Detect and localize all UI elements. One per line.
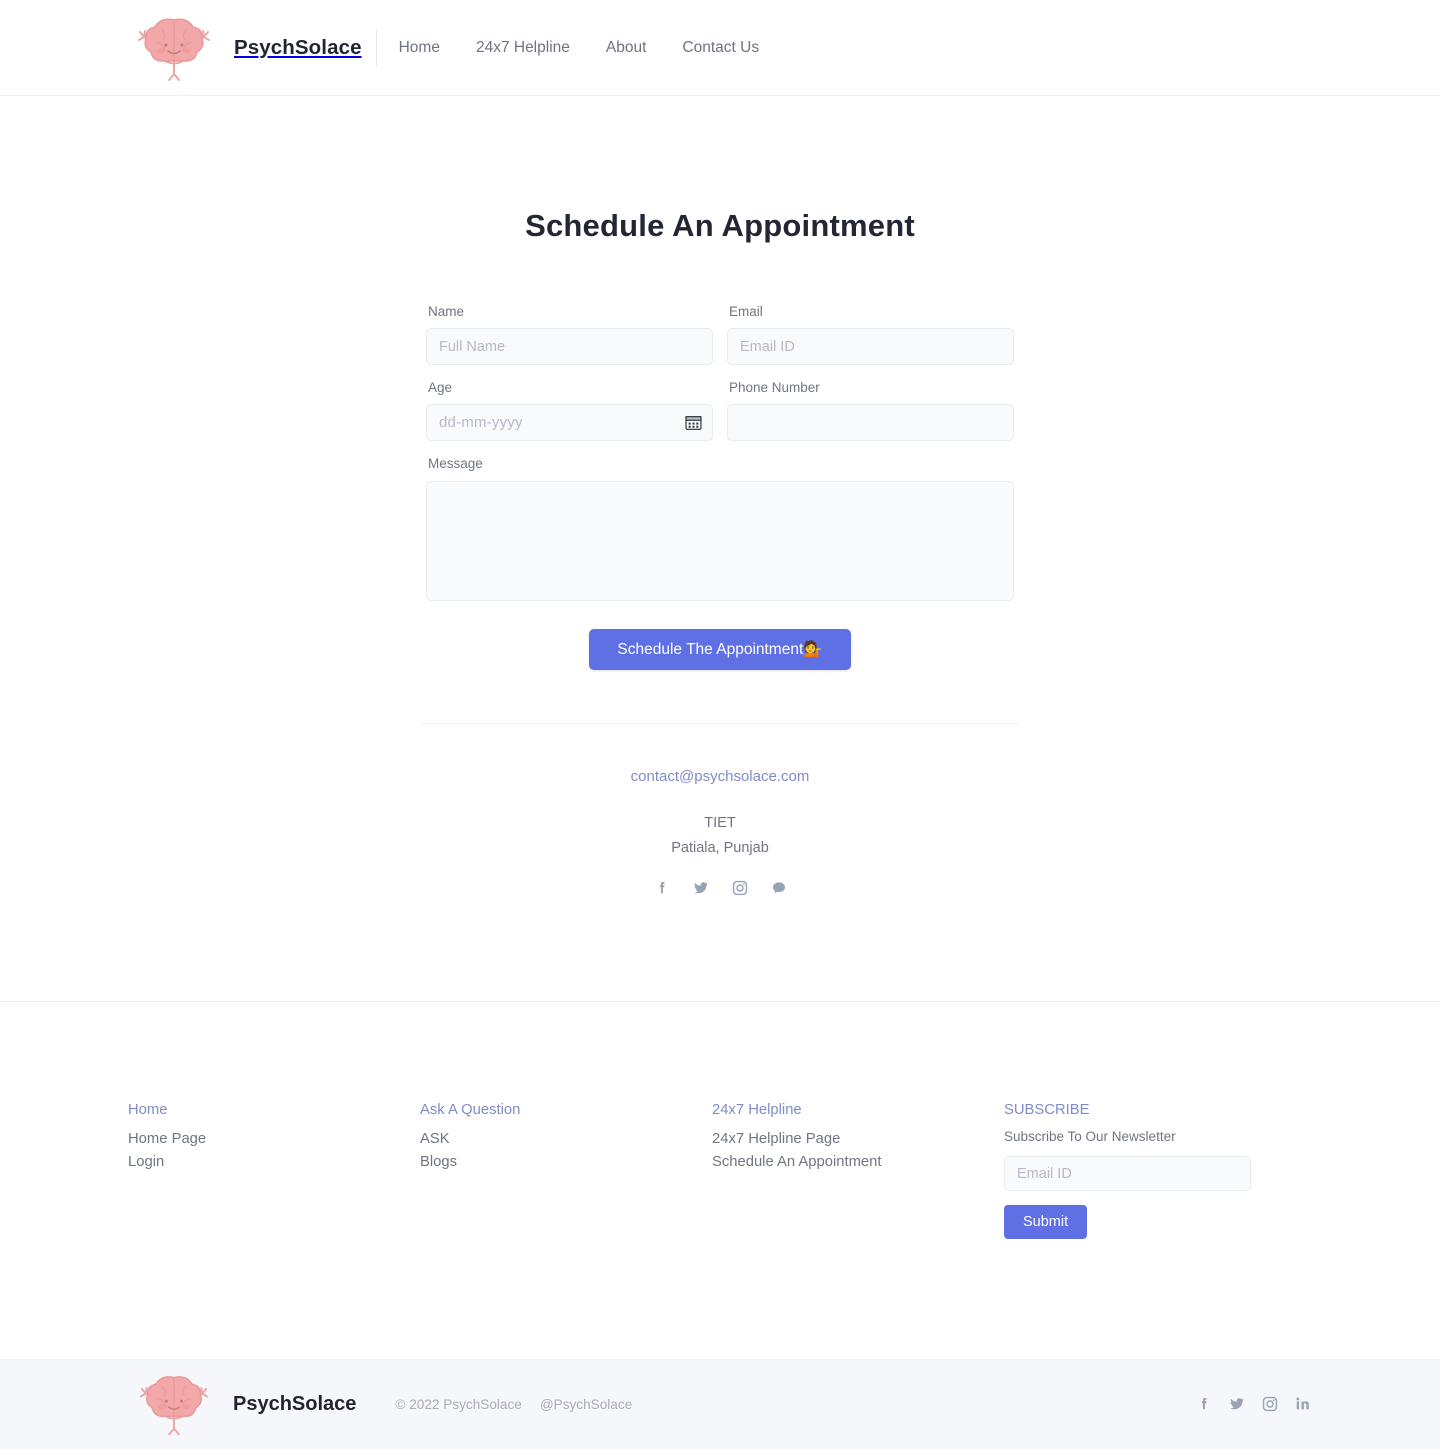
name-label: Name xyxy=(428,304,465,319)
contact-block: contact@psychsolace.com TIET Patiala, Pu… xyxy=(420,722,1020,897)
age-label: Age xyxy=(428,380,453,396)
site-footer: Home Home Page Login Ask A Question ASK … xyxy=(0,1000,1440,1359)
brand-name: PsychSolace xyxy=(234,35,362,59)
phone-input[interactable] xyxy=(727,404,1014,442)
form-row-age-phone: Age Phone Number xyxy=(426,380,1014,442)
footer-col-home: Home Home Page Login xyxy=(128,1102,420,1174)
contact-email-link[interactable]: contact@psychsolace.com xyxy=(631,768,810,785)
footer-head-subscribe[interactable]: SUBSCRIBE xyxy=(1004,1102,1304,1118)
nav-link-contact[interactable]: Contact Us xyxy=(682,39,759,57)
bottom-bar-brand-name: PsychSolace xyxy=(233,1392,357,1415)
instagram-icon[interactable] xyxy=(731,879,749,897)
facebook-icon[interactable] xyxy=(653,879,671,897)
facebook-icon[interactable] xyxy=(1195,1395,1213,1413)
email-input[interactable] xyxy=(727,328,1014,366)
bottom-bar-social-row xyxy=(1195,1395,1312,1413)
footer-link-blogs[interactable]: Blogs xyxy=(420,1151,712,1174)
footer-head-ask-a-question[interactable]: Ask A Question xyxy=(420,1102,712,1118)
appointment-section: Schedule An Appointment Name Email Age xyxy=(0,96,1440,1001)
appointment-form: Name Email Age xyxy=(426,304,1014,670)
newsletter-submit-button[interactable]: Submit xyxy=(1004,1205,1088,1240)
copyright-text: © 2022 PsychSolace xyxy=(395,1396,522,1412)
footer-col-ask: Ask A Question ASK Blogs xyxy=(420,1102,712,1174)
nav-divider xyxy=(375,29,377,66)
contact-social-row xyxy=(420,879,1020,897)
message-label: Message xyxy=(428,456,483,472)
contact-city: Patiala, Punjab xyxy=(671,839,769,856)
footer-head-home[interactable]: Home xyxy=(128,1102,420,1118)
contact-org: TIET xyxy=(704,814,736,831)
schedule-appointment-button[interactable]: Schedule The Appointment💁 xyxy=(589,628,851,670)
footer-link-schedule-appointment[interactable]: Schedule An Appointment xyxy=(712,1151,1004,1174)
age-date-input[interactable] xyxy=(426,404,713,442)
instagram-icon[interactable] xyxy=(1261,1395,1279,1413)
twitter-icon[interactable] xyxy=(1228,1395,1246,1413)
field-age: Age xyxy=(426,380,713,442)
newsletter-email-input[interactable] xyxy=(1004,1156,1251,1192)
linkedin-icon[interactable] xyxy=(1294,1395,1312,1413)
nav-link-home[interactable]: Home xyxy=(399,39,440,57)
chat-bubble-icon[interactable] xyxy=(770,879,788,897)
field-message: Message xyxy=(426,456,1014,601)
field-name: Name xyxy=(426,304,713,366)
bottom-bar-meta: © 2022 PsychSolace @PsychSolace xyxy=(395,1397,632,1412)
meditating-brain-mascot-icon xyxy=(128,1370,220,1438)
page-title: Schedule An Appointment xyxy=(525,208,915,243)
footer-head-helpline[interactable]: 24x7 Helpline xyxy=(712,1102,1004,1118)
site-header: PsychSolace Home 24x7 Helpline About Con… xyxy=(0,0,1440,96)
field-email: Email xyxy=(727,304,1014,366)
field-phone: Phone Number xyxy=(727,380,1014,442)
name-input[interactable] xyxy=(426,328,713,366)
footer-link-ask[interactable]: ASK xyxy=(420,1128,712,1151)
footer-link-login[interactable]: Login xyxy=(128,1151,420,1174)
footer-col-subscribe: SUBSCRIBE Subscribe To Our Newsletter Su… xyxy=(1004,1102,1304,1240)
subscribe-note: Subscribe To Our Newsletter xyxy=(1004,1128,1176,1144)
bottom-bar: PsychSolace © 2022 PsychSolace @PsychSol… xyxy=(0,1358,1440,1449)
bottom-bar-brand: PsychSolace © 2022 PsychSolace @PsychSol… xyxy=(128,1370,632,1438)
form-row-name-email: Name Email xyxy=(426,304,1014,366)
twitter-icon[interactable] xyxy=(692,879,710,897)
meditating-brain-mascot-icon xyxy=(128,12,220,84)
main-nav: Home 24x7 Helpline About Contact Us xyxy=(399,39,759,57)
nav-link-about[interactable]: About xyxy=(606,39,647,57)
message-textarea[interactable] xyxy=(426,480,1014,601)
submit-row: Schedule The Appointment💁 xyxy=(426,628,1014,670)
footer-link-home-page[interactable]: Home Page xyxy=(128,1128,420,1151)
brand-logo-link[interactable]: PsychSolace xyxy=(128,12,362,84)
footer-link-helpline-page[interactable]: 24x7 Helpline Page xyxy=(712,1128,1004,1151)
phone-label: Phone Number xyxy=(729,380,820,396)
footer-col-helpline: 24x7 Helpline 24x7 Helpline Page Schedul… xyxy=(712,1102,1004,1174)
footer-columns: Home Home Page Login Ask A Question ASK … xyxy=(128,1102,1312,1240)
email-label: Email xyxy=(729,304,763,319)
social-handle: @PsychSolace xyxy=(539,1396,633,1412)
nav-link-helpline[interactable]: 24x7 Helpline xyxy=(476,39,570,57)
